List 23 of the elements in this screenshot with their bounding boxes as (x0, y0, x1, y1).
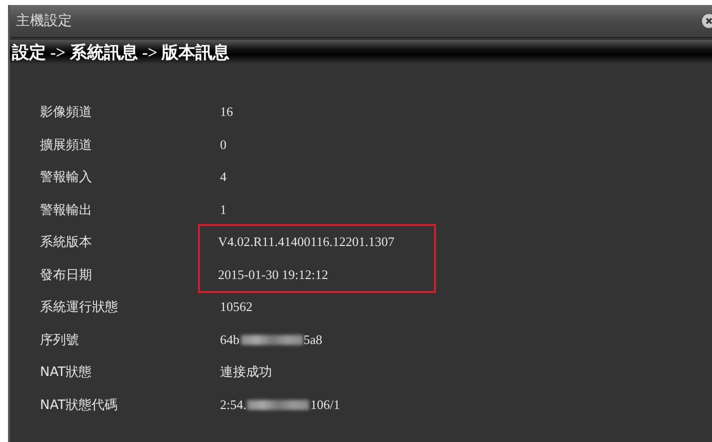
info-value: 2:54. 106/1 (220, 396, 340, 413)
info-value: 連接成功 (220, 363, 272, 382)
info-label: 影像頻道 (40, 104, 93, 122)
info-label: 警報輸入 (40, 169, 93, 186)
breadcrumb: 設定 -> 系統訊息 -> 版本訊息 (12, 42, 230, 64)
info-value: 1 (220, 202, 226, 218)
info-value: V4.02.R11.41400116.12201.1307 (218, 234, 394, 250)
info-label: NAT狀態 (40, 364, 93, 382)
info-label: 系統運行狀態 (40, 299, 119, 316)
info-label: 發布日期 (40, 266, 93, 284)
close-icon[interactable] (702, 14, 712, 28)
window-title: 主機設定 (16, 12, 72, 30)
info-label: 系統版本 (40, 234, 93, 252)
info-label: 序列號 (40, 332, 80, 349)
info-value: 2015-01-30 19:12:12 (218, 266, 328, 283)
info-label: 警報輸出 (40, 202, 93, 219)
info-value: 16 (220, 104, 233, 120)
info-value: 4 (220, 169, 226, 186)
info-value: 64b 5a8 (220, 332, 322, 348)
info-label: NAT狀態代碼 (40, 396, 119, 414)
info-value: 0 (220, 136, 226, 153)
info-value: 10562 (220, 299, 252, 316)
info-label: 擴展頻道 (40, 136, 93, 154)
